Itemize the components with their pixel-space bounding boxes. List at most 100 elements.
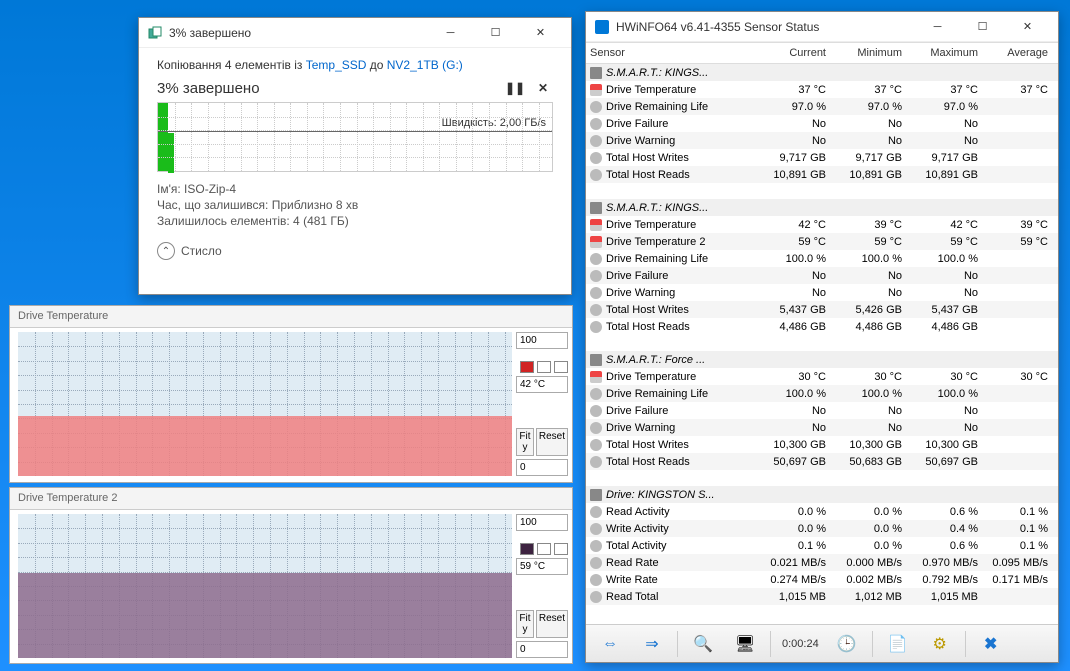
sensor-group[interactable]: Drive: KINGSTON S... — [586, 486, 1058, 503]
sensor-row[interactable]: Drive Remaining Life97.0 %97.0 %97.0 % — [586, 98, 1058, 115]
sensor-row[interactable]: Drive WarningNoNoNo — [586, 132, 1058, 149]
sensor-row[interactable]: Read Total1,015 MB1,012 MB1,015 MB — [586, 588, 1058, 605]
sensor-row[interactable]: Total Host Reads10,891 GB10,891 GB10,891… — [586, 166, 1058, 183]
temp1-fit[interactable]: Fit y — [516, 428, 534, 456]
sensor-row[interactable]: Drive Temperature42 °C39 °C42 °C39 °C — [586, 216, 1058, 233]
sensor-row[interactable]: Drive Remaining Life100.0 %100.0 %100.0 … — [586, 385, 1058, 402]
sensor-row[interactable]: Drive FailureNoNoNo — [586, 402, 1058, 419]
circle-icon — [590, 422, 602, 434]
circle-icon — [590, 574, 602, 586]
cancel-button[interactable]: ✕ — [533, 78, 553, 98]
thermometer-icon — [590, 371, 602, 383]
circle-icon — [590, 118, 602, 130]
hwi-title: HWiNFO64 v6.41-4355 Sensor Status — [616, 20, 915, 34]
settings-button[interactable]: ⚙ — [920, 628, 960, 660]
circle-icon — [590, 456, 602, 468]
src-link[interactable]: Temp_SSD — [306, 58, 367, 72]
temp2-min: 0 — [516, 641, 568, 658]
sensor-row[interactable]: Drive Remaining Life100.0 %100.0 %100.0 … — [586, 250, 1058, 267]
sensor-row[interactable]: Drive WarningNoNoNo — [586, 419, 1058, 436]
sensor-row[interactable]: Total Host Reads4,486 GB4,486 GB4,486 GB — [586, 318, 1058, 335]
copy-dialog: 3% завершено ─ ☐ ✕ Копіювання 4 елементі… — [138, 17, 572, 295]
circle-icon — [590, 152, 602, 164]
hwi-close[interactable]: ✕ — [1005, 13, 1050, 41]
circle-icon — [590, 388, 602, 400]
search-button[interactable]: 🔍 — [683, 628, 723, 660]
sensor-row[interactable]: Drive FailureNoNoNo — [586, 115, 1058, 132]
temp1-reset[interactable]: Reset — [536, 428, 568, 456]
sensor-group[interactable]: S.M.A.R.T.: Force ... — [586, 351, 1058, 368]
copy-titlebar[interactable]: 3% завершено ─ ☐ ✕ — [139, 18, 571, 48]
nav-fwd-button[interactable]: ⇒ — [632, 628, 672, 660]
sensor-row[interactable]: Drive Temperature30 °C30 °C30 °C30 °C — [586, 368, 1058, 385]
dst-link[interactable]: NV2_1TB (G:) — [387, 58, 463, 72]
temp1-swatches — [516, 361, 568, 373]
circle-icon — [590, 253, 602, 265]
hwinfo-window: HWiNFO64 v6.41-4355 Sensor Status ─ ☐ ✕ … — [585, 11, 1059, 663]
circle-icon — [590, 439, 602, 451]
sensor-row[interactable]: Total Host Reads50,697 GB50,683 GB50,697… — [586, 453, 1058, 470]
sensor-row[interactable]: Total Host Writes10,300 GB10,300 GB10,30… — [586, 436, 1058, 453]
circle-icon — [590, 287, 602, 299]
sensor-row[interactable]: Read Activity0.0 %0.0 %0.6 %0.1 % — [586, 503, 1058, 520]
circle-icon — [590, 523, 602, 535]
sensor-row[interactable]: Total Host Writes5,437 GB5,426 GB5,437 G… — [586, 301, 1058, 318]
sensor-row[interactable]: Drive FailureNoNoNo — [586, 267, 1058, 284]
hwi-titlebar[interactable]: HWiNFO64 v6.41-4355 Sensor Status ─ ☐ ✕ — [586, 12, 1058, 42]
temp1-value: 42 °C — [516, 376, 568, 393]
circle-icon — [590, 321, 602, 333]
hwi-maximize[interactable]: ☐ — [960, 13, 1005, 41]
less-button[interactable]: ⌃ Стисло — [157, 242, 553, 260]
exit-button[interactable]: ✖ — [971, 628, 1011, 660]
circle-icon — [590, 270, 602, 282]
circle-icon — [590, 591, 602, 603]
sensor-row[interactable]: Write Rate0.274 MB/s0.002 MB/s0.792 MB/s… — [586, 571, 1058, 588]
sensor-row[interactable]: Write Activity0.0 %0.0 %0.4 %0.1 % — [586, 520, 1058, 537]
sensor-row[interactable]: Drive Temperature 259 °C59 °C59 °C59 °C — [586, 233, 1058, 250]
elapsed-time: 0:00:24 — [776, 638, 825, 650]
temp1-chart — [18, 332, 512, 476]
circle-icon — [590, 135, 602, 147]
speed-chart: Швидкість: 2,00 ГБ/s — [157, 102, 553, 172]
temp2-reset[interactable]: Reset — [536, 610, 568, 638]
hwi-table[interactable]: S.M.A.R.T.: KINGS...Drive Temperature37 … — [586, 64, 1058, 624]
close-button[interactable]: ✕ — [518, 19, 563, 47]
sensor-group[interactable]: S.M.A.R.T.: KINGS... — [586, 64, 1058, 81]
hwinfo-icon — [594, 19, 610, 35]
drive-icon — [590, 202, 602, 214]
temp2-max: 100 — [516, 514, 568, 531]
temp1-max: 100 — [516, 332, 568, 349]
clock-icon[interactable]: 🕒 — [827, 628, 867, 660]
copy-title: 3% завершено — [169, 26, 428, 40]
circle-icon — [590, 169, 602, 181]
copy-details: Ім'я: ISO-Zip-4 Час, що залишився: Прибл… — [157, 182, 553, 228]
maximize-button[interactable]: ☐ — [473, 19, 518, 47]
circle-icon — [590, 405, 602, 417]
circle-icon — [590, 540, 602, 552]
net-button[interactable]: 🖥 — [725, 628, 765, 660]
chevron-up-icon: ⌃ — [157, 242, 175, 260]
hwi-minimize[interactable]: ─ — [915, 13, 960, 41]
sensor-row[interactable]: Drive Temperature37 °C37 °C37 °C37 °C — [586, 81, 1058, 98]
sensor-row[interactable]: Read Rate0.021 MB/s0.000 MB/s0.970 MB/s0… — [586, 554, 1058, 571]
copy-icon — [147, 25, 163, 41]
minimize-button[interactable]: ─ — [428, 19, 473, 47]
pause-button[interactable]: ❚❚ — [505, 78, 525, 98]
sensor-row[interactable]: Drive WarningNoNoNo — [586, 284, 1058, 301]
sensor-group[interactable]: S.M.A.R.T.: KINGS... — [586, 199, 1058, 216]
drive-icon — [590, 67, 602, 79]
temp2-value: 59 °C — [516, 558, 568, 575]
log-button[interactable]: 📄 — [878, 628, 918, 660]
temp2-fit[interactable]: Fit y — [516, 610, 534, 638]
circle-icon — [590, 101, 602, 113]
sensor-row[interactable]: Total Host Writes9,717 GB9,717 GB9,717 G… — [586, 149, 1058, 166]
temp-panel-2: Drive Temperature 2 100 59 °C Fit y Rese… — [9, 487, 573, 664]
nav-back-button[interactable]: ⇔ — [590, 628, 630, 660]
hwi-columns[interactable]: SensorCurrentMinimumMaximumAverage — [586, 42, 1058, 64]
thermometer-icon — [590, 236, 602, 248]
sensor-row[interactable]: Total Activity0.1 %0.0 %0.6 %0.1 % — [586, 537, 1058, 554]
circle-icon — [590, 506, 602, 518]
circle-icon — [590, 304, 602, 316]
temp2-swatches — [516, 543, 568, 555]
progress-text: 3% завершено — [157, 80, 497, 97]
